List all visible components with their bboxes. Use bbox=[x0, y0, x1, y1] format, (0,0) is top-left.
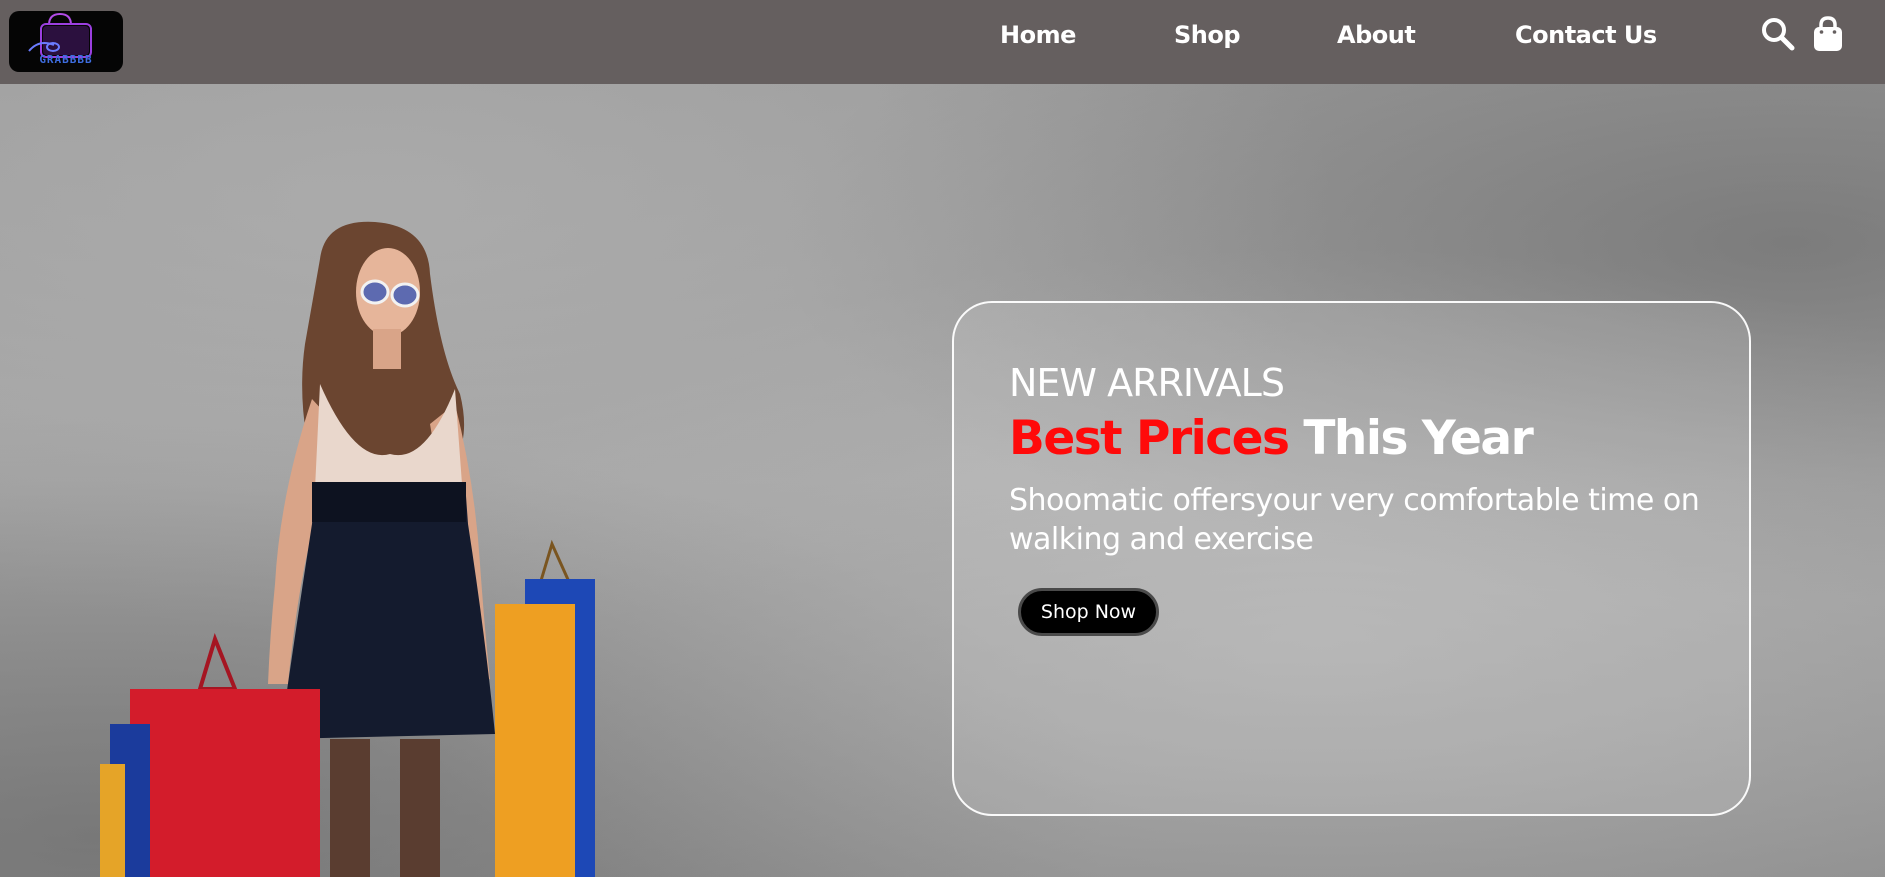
top-navbar: GRABBBB Home Shop About Contact Us bbox=[0, 0, 1885, 84]
hero-eyebrow: NEW ARRIVALS bbox=[1009, 361, 1285, 405]
headline-accent: Best Prices bbox=[1009, 411, 1290, 466]
nav-link-home[interactable]: Home bbox=[1000, 0, 1076, 70]
main-nav: Home Shop About Contact Us bbox=[0, 0, 1885, 84]
nav-link-about[interactable]: About bbox=[1337, 0, 1416, 70]
hero-description: Shoomatic offersyour very comfortable ti… bbox=[1009, 483, 1700, 557]
hero-content-card: NEW ARRIVALS Best Prices This Year Shoom… bbox=[952, 301, 1751, 816]
nav-link-contact-us[interactable]: Contact Us bbox=[1515, 0, 1657, 70]
search-icon[interactable] bbox=[1760, 16, 1796, 52]
hero-image bbox=[100, 221, 595, 877]
shopping-bag-icon[interactable] bbox=[1810, 16, 1846, 52]
hero-headline: Best Prices This Year bbox=[1009, 411, 1534, 466]
headline-rest: This Year bbox=[1288, 411, 1533, 466]
nav-link-shop[interactable]: Shop bbox=[1174, 0, 1241, 70]
shop-now-button[interactable]: Shop Now bbox=[1018, 588, 1159, 636]
hero-banner: NEW ARRIVALS Best Prices This Year Shoom… bbox=[0, 84, 1885, 877]
